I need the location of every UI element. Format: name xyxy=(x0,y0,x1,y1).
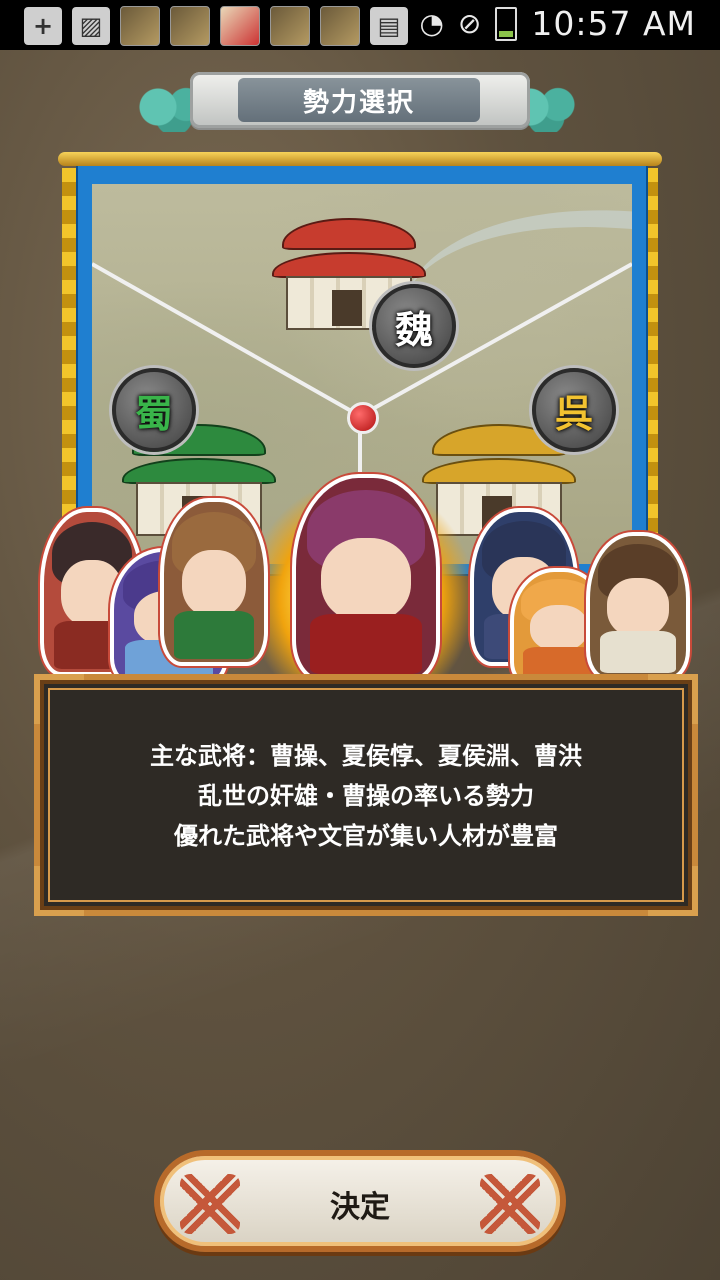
frame-corner xyxy=(648,866,698,916)
character-portrait xyxy=(586,532,690,680)
frame-corner xyxy=(648,674,698,724)
faction-wei-button[interactable]: 魏 xyxy=(372,284,456,368)
description-line-leader: 乱世の奸雄・曹操の率いる勢力 xyxy=(198,782,534,810)
plus-icon: + xyxy=(24,7,62,45)
app-icon xyxy=(220,6,260,46)
description-line-generals: 主な武将：曹操、夏侯惇、夏侯淵、曹洪 xyxy=(150,742,582,770)
no-disturb-icon: ⊘ xyxy=(457,7,482,40)
description-line-traits: 優れた武将や文官が集い人材が豊富 xyxy=(174,822,558,850)
app-icon xyxy=(170,6,210,46)
frame-corner xyxy=(34,674,84,724)
app-icon xyxy=(120,6,160,46)
faction-description-panel: 主な武将：曹操、夏侯惇、夏侯淵、曹洪 乱世の奸雄・曹操の率いる勢力 優れた武将や… xyxy=(34,674,698,916)
character-lineup xyxy=(30,468,690,686)
image-icon: ▨ xyxy=(72,7,110,45)
faction-wu-button[interactable]: 呉 xyxy=(532,368,616,452)
center-gem-icon xyxy=(347,402,379,434)
character-portrait-leader xyxy=(292,474,440,682)
status-bar: + ▨ ▤ ◔ ⊘ 10:57 AM xyxy=(0,0,720,50)
character-portrait xyxy=(160,498,268,666)
description-text: 主な武将：曹操、夏侯惇、夏侯淵、曹洪 乱世の奸雄・曹操の率いる勢力 優れた武将や… xyxy=(40,736,692,856)
notification-area: + ▨ ▤ xyxy=(24,6,408,46)
confirm-button-label: 決定 xyxy=(330,1190,390,1225)
sd-card-icon: ▤ xyxy=(370,7,408,45)
page-title: 勢力選択 xyxy=(238,78,480,122)
battery-charging-icon xyxy=(495,6,518,41)
faction-wu-label: 呉 xyxy=(554,391,593,436)
confirm-button[interactable]: 決定 xyxy=(154,1150,566,1252)
faction-shu-label: 蜀 xyxy=(134,391,173,436)
title-plate: 勢力選択 xyxy=(134,70,586,140)
faction-shu-button[interactable]: 蜀 xyxy=(112,368,196,452)
wifi-icon: ◔ xyxy=(419,7,444,40)
banner-rod xyxy=(58,152,662,166)
app-icon xyxy=(270,6,310,46)
system-tray: ◔ ⊘ 10:57 AM xyxy=(419,4,696,43)
clock: 10:57 AM xyxy=(531,4,696,43)
faction-wei-label: 魏 xyxy=(394,307,433,352)
app-icon xyxy=(320,6,360,46)
frame-corner xyxy=(34,866,84,916)
